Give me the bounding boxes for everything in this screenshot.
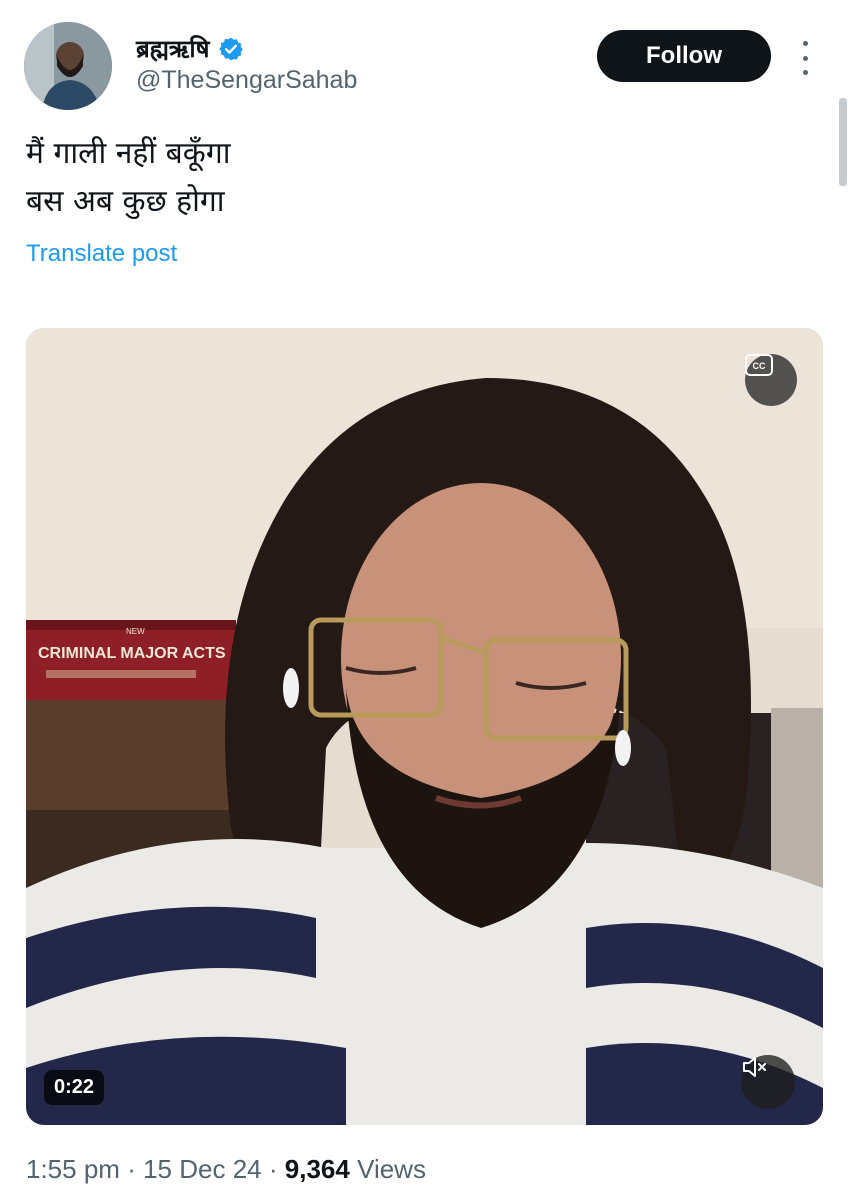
post-text: मैं गाली नहीं बकूँगा बस अब कुछ होगा <box>26 130 231 226</box>
mute-button[interactable] <box>741 1055 795 1109</box>
captions-button[interactable]: CC <box>745 354 797 406</box>
translate-post-link[interactable]: Translate post <box>26 240 177 268</box>
author-name-row: ब्रह्मऋषि <box>136 32 244 65</box>
book-label-new: NEW <box>126 627 145 636</box>
post-date[interactable]: 15 Dec 24 <box>143 1154 262 1184</box>
post-time[interactable]: 1:55 pm <box>26 1154 120 1184</box>
scrollbar[interactable] <box>839 98 847 186</box>
post-line: मैं गाली नहीं बकूँगा <box>26 136 231 171</box>
video-frame: NEW CRIMINAL MAJOR ACTS <box>26 328 823 1125</box>
avatar[interactable] <box>24 22 112 110</box>
muted-speaker-icon <box>743 1057 766 1077</box>
video-player[interactable]: NEW CRIMINAL MAJOR ACTS CC 0:22 <box>26 328 823 1125</box>
more-dot <box>802 41 808 46</box>
cc-icon: CC <box>745 354 773 376</box>
more-dot <box>802 70 808 75</box>
verified-badge-icon <box>218 37 243 60</box>
book-title: CRIMINAL MAJOR ACTS <box>38 645 226 662</box>
svg-text:CC: CC <box>753 361 766 371</box>
views-count: 9,364 <box>284 1154 350 1184</box>
author-display-name[interactable]: ब्रह्मऋषि <box>136 32 210 65</box>
post-meta: 1:55 pm · 15 Dec 24 · 9,364 Views <box>26 1154 426 1185</box>
post-line: बस अब कुछ होगा <box>26 184 225 219</box>
more-dot <box>802 55 808 61</box>
video-duration: 0:22 <box>44 1070 105 1105</box>
meta-separator: · <box>268 1154 278 1184</box>
more-options-icon[interactable] <box>792 38 818 78</box>
meta-separator: · <box>127 1154 136 1184</box>
avatar-image <box>24 22 112 110</box>
author-handle[interactable]: @TheSengarSahab <box>136 66 357 95</box>
views-label: Views <box>357 1154 426 1184</box>
follow-button[interactable]: Follow <box>597 30 771 82</box>
